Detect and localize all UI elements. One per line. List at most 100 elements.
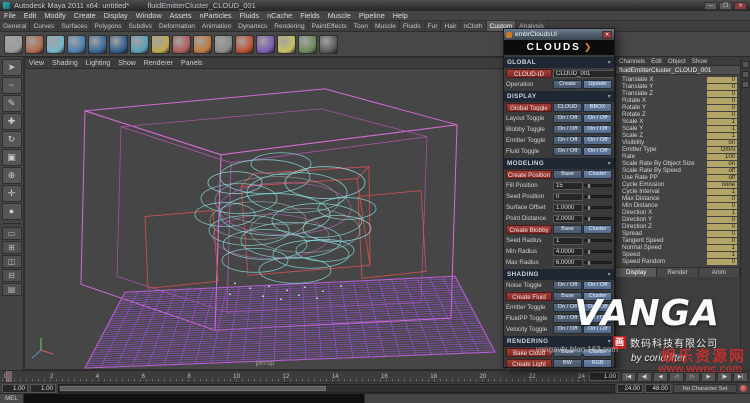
shelf-tab-general[interactable]: General [0, 21, 30, 31]
layout-toggle-on-off-button[interactable]: On / Off [553, 114, 582, 123]
clouds-window-titlebar[interactable]: embrCloudsUI ✕ [504, 29, 614, 40]
channel-value-field[interactable]: 0 [707, 217, 737, 223]
two-pane-layout-icon[interactable]: ⊟ [2, 269, 22, 282]
bake-cloud-button[interactable]: Bake Cloud [506, 348, 552, 357]
create-position-button[interactable]: Create Position [506, 170, 552, 179]
slider-handle[interactable] [587, 249, 591, 255]
seed-radius-slider[interactable] [584, 239, 612, 242]
lightning-shelf-icon[interactable] [277, 35, 296, 54]
create-fluid-base-button[interactable]: Base [553, 292, 582, 301]
time-slider-track[interactable]: 024681012141618202224 [2, 371, 587, 382]
noise-toggle-on-off-button[interactable]: On / Off [553, 281, 582, 290]
play-forward-button[interactable]: ▷ [685, 372, 700, 382]
shelf-tab-painteffects[interactable]: PaintEffects [309, 21, 351, 31]
select-tool-icon[interactable]: ➤ [2, 59, 22, 76]
bake-cloud-base-button[interactable]: Base [553, 348, 582, 357]
channel-box-menu-channels[interactable]: Channels [616, 57, 648, 65]
rotate-tool-icon[interactable]: ↻ [2, 131, 22, 148]
viewport-menu-show[interactable]: Show [114, 60, 140, 67]
command-language-toggle[interactable]: MEL [0, 394, 24, 403]
shelf-tab-fur[interactable]: Fur [425, 21, 442, 31]
fluidpp-toggle-on-off-button[interactable]: On / Off [583, 314, 612, 323]
paint-select-tool-icon[interactable]: ✎ [2, 95, 22, 112]
create-blobby-cluster-button[interactable]: Cluster [583, 225, 612, 234]
scale-tool-icon[interactable]: ▣ [2, 149, 22, 166]
seed-position-slider[interactable] [584, 195, 612, 198]
playback-end-field[interactable] [617, 384, 643, 393]
menu-file[interactable]: File [0, 11, 20, 20]
step-forward-key-button[interactable]: |▶ [717, 372, 732, 382]
shelf-tab-toon[interactable]: Toon [351, 21, 372, 31]
channel-value-field[interactable]: on [707, 140, 737, 146]
create-light-button[interactable]: Create Light [506, 359, 552, 367]
go-to-range-end-button[interactable]: ▶| [733, 372, 748, 382]
seed-position-field[interactable] [553, 193, 583, 201]
min-radius-field[interactable] [553, 248, 583, 256]
slider-handle[interactable] [587, 205, 591, 211]
cube-shelf-icon[interactable] [25, 35, 44, 54]
maximize-button[interactable]: ❐ [719, 2, 732, 10]
viewport-menu-lighting[interactable]: Lighting [82, 60, 115, 67]
emitter-toggle-on-off-button[interactable]: On / Off [583, 303, 612, 312]
emitter-toggle-on-off-button[interactable]: On / Off [583, 136, 612, 145]
layer-tab-render[interactable]: Render [657, 268, 698, 277]
channel-value-field[interactable]: off [707, 175, 737, 181]
playback-start-field[interactable] [30, 384, 56, 393]
channel-value-field[interactable]: 0 [707, 203, 737, 209]
particle-shelf-icon[interactable] [172, 35, 191, 54]
shelf-tab-hair[interactable]: Hair [441, 21, 460, 31]
curve-flow-shelf-icon[interactable] [256, 35, 275, 54]
menu-ncache[interactable]: nCache [263, 11, 296, 20]
create-fluid-button[interactable]: Create Fluid [506, 292, 552, 301]
animation-end-field[interactable] [645, 384, 671, 393]
fluid-3d-shelf-icon[interactable] [88, 35, 107, 54]
shelf-tab-rendering[interactable]: Rendering [271, 21, 308, 31]
tool-settings-toggle-icon[interactable] [742, 71, 749, 78]
channel-value-field[interactable]: 0 [707, 259, 737, 265]
fluidpp-toggle-on-off-button[interactable]: On / Off [553, 314, 582, 323]
show-manipulator-tool-icon[interactable]: ✛ [2, 185, 22, 202]
character-set-menu[interactable]: No Character Set [673, 384, 737, 393]
shelf-tab-animation[interactable]: Animation [199, 21, 235, 31]
shelf-tab-dynamics[interactable]: Dynamics [235, 21, 271, 31]
menu-modify[interactable]: Modify [40, 11, 70, 20]
universal-manipulator-tool-icon[interactable]: ⊕ [2, 167, 22, 184]
noise-toggle-on-off-button[interactable]: On / Off [583, 281, 612, 290]
menu-fields[interactable]: Fields [296, 11, 323, 20]
channel-value-field[interactable]: 0 [707, 98, 737, 104]
create-light-bw-button[interactable]: BW [553, 359, 582, 367]
range-slider-bar[interactable] [60, 386, 326, 391]
channel-box-menu-object[interactable]: Object [665, 57, 689, 65]
fill-position-slider[interactable] [584, 184, 612, 187]
step-back-key-button[interactable]: ◀| [637, 372, 652, 382]
shelf-tab-subdivs[interactable]: Subdivs [126, 21, 156, 31]
velocity-toggle-on-off-button[interactable]: On / Off [553, 325, 582, 334]
global-toggle-cloud-button[interactable]: CLOUD [553, 103, 582, 112]
step-back-frame-button[interactable]: ◀ [653, 372, 668, 382]
viewport-menu-view[interactable]: View [25, 60, 48, 67]
velocity-toggle-on-off-button[interactable]: On / Off [583, 325, 612, 334]
layer-editor-area[interactable] [616, 277, 740, 370]
shelf-tab-surfaces[interactable]: Surfaces [58, 21, 91, 31]
shelf-tab-fluids[interactable]: Fluids [400, 21, 425, 31]
channel-value-field[interactable]: 0 [707, 224, 737, 230]
channel-value-field[interactable]: 0 [707, 112, 737, 118]
menu-help[interactable]: Help [389, 11, 412, 20]
time-slider[interactable]: 024681012141618202224 |◀◀|◀◁▷▶|▶▶| [0, 370, 750, 382]
menu-muscle[interactable]: Muscle [324, 11, 355, 20]
cloud-shelf-icon[interactable] [46, 35, 65, 54]
create-blobby-base-button[interactable]: Base [553, 225, 582, 234]
menu-display[interactable]: Display [100, 11, 132, 20]
channel-value-field[interactable]: 0 [707, 84, 737, 90]
layout-toggle-on-off-button[interactable]: On / Off [583, 114, 612, 123]
menu-assets[interactable]: Assets [166, 11, 196, 20]
create-blobby-button[interactable]: Create Blobby [506, 225, 552, 234]
cloud-id-button[interactable]: CLOUD-ID [506, 69, 552, 78]
channel-value-field[interactable]: off [707, 168, 737, 174]
range-slider[interactable] [58, 384, 615, 393]
menu-nparticles[interactable]: nParticles [196, 11, 236, 20]
slider-handle[interactable] [587, 238, 591, 244]
seed-radius-field[interactable] [553, 237, 583, 245]
operation-create-button[interactable]: Create [553, 80, 582, 89]
slider-handle[interactable] [587, 260, 591, 266]
